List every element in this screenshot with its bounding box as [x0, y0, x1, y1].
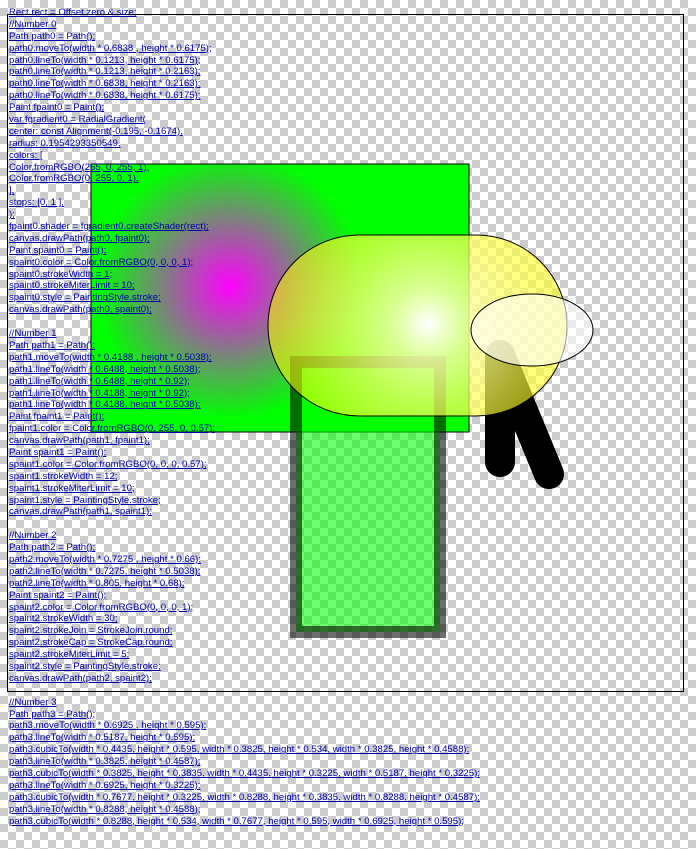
code-line: path1.lineTo(width * 0.6488, height * 0.… — [9, 363, 201, 375]
code-line: stops: [0, 1 ], — [9, 197, 64, 209]
code-line: spaint2.style = PaintingStyle.stroke; — [9, 660, 161, 672]
code-line: spaint1.style = PaintingStyle.stroke; — [9, 494, 161, 506]
code-line: spaint1.strokeWidth = 12; — [9, 470, 118, 482]
code-line: spaint0.style = PaintingStyle.stroke; — [9, 292, 161, 304]
code-line: Paint fpaint1 = Paint(); — [9, 411, 105, 423]
code-line: Paint spaint0 = Paint(); — [9, 244, 107, 256]
code-line: canvas.drawPath(path0, fpaint0); — [9, 232, 150, 244]
code-line: spaint0.strokeMiterLimit = 10; — [9, 280, 135, 292]
code-line: //Number 1 — [9, 328, 57, 340]
code-listing: Rect rect = Offset.zero & size;//Number … — [9, 7, 689, 827]
code-line: path3.lineTo(width * 0.6925, height * 0.… — [9, 779, 201, 791]
code-line: canvas.drawPath(path1, fpaint1); — [9, 435, 150, 447]
code-line: spaint2.strokeJoin = StrokeJoin.round; — [9, 625, 173, 637]
code-line: Path path3 = Path(); — [9, 708, 96, 720]
code-line: spaint1.strokeMiterLimit = 10; — [9, 482, 135, 494]
code-line: fpaint0.shader = fgradient0.createShader… — [9, 221, 209, 233]
code-line: path1.lineTo(width * 0.4188, height * 0.… — [9, 399, 201, 411]
code-line: Color.fromRGBO(0, 255, 0, 1), — [9, 173, 139, 185]
code-line: //Number 2 — [9, 530, 57, 542]
code-line: canvas.drawPath(path1, spaint1); — [9, 506, 152, 518]
code-line: spaint2.strokeCap = StrokeCap.round; — [9, 637, 173, 649]
code-line: path2.lineTo(width * 0.7275, height * 0.… — [9, 565, 201, 577]
code-line: path3.lineTo(width * 0.8288, height * 0.… — [9, 803, 201, 815]
code-line: spaint0.color = Color.fromRGBO(0, 0, 0, … — [9, 256, 194, 268]
code-line: var fgradient0 = RadialGradient( — [9, 114, 146, 126]
code-line: Paint spaint2 = Paint(); — [9, 589, 107, 601]
code-line: center: const Alignment(-0.195, -0.1674)… — [9, 125, 183, 137]
code-line: fpaint1.color = Color.fromRGBO(0, 255, 0… — [9, 423, 216, 435]
code-line: spaint1.color = Color.fromRGBO(0, 0, 0, … — [9, 458, 207, 470]
code-line: path1.moveTo(width * 0.4188 , height * 0… — [9, 351, 212, 363]
code-line: spaint2.strokeMiterLimit = 5; — [9, 649, 130, 661]
code-line: path3.cubicTo(width * 0.3825, height * 0… — [9, 768, 480, 779]
code-line: path0.lineTo(width * 0.6838, height * 0.… — [9, 90, 201, 102]
code-line: spaint2.color = Color.fromRGBO(0, 0, 0, … — [9, 601, 194, 613]
code-line: path3.lineTo(width * 0.3825, height * 0.… — [9, 756, 201, 768]
code-line: path2.lineTo(width * 0.805, height * 0.6… — [9, 577, 185, 589]
code-line: Path path2 = Path(); — [9, 542, 96, 554]
code-line: Rect rect = Offset.zero & size; — [9, 7, 137, 18]
code-line: path3.cubicTo(width * 0.8288, height * 0… — [9, 815, 464, 827]
code-line: //Number 3 — [9, 696, 57, 708]
code-line: colors: [ — [9, 149, 43, 161]
code-line: path1.lineTo(width * 0.4188, height * 0.… — [9, 387, 190, 399]
code-line: Path path1 = Path(); — [9, 339, 96, 351]
code-line: path1.lineTo(width * 0.6488, height * 0.… — [9, 375, 190, 387]
code-line: path0.lineTo(width * 0.1213, height * 0.… — [9, 66, 201, 78]
code-line: canvas.drawPath(path2, spaint2); — [9, 672, 152, 684]
code-line: //Number 0 — [9, 18, 57, 30]
code-line: canvas.drawPath(path0, spaint0); — [9, 304, 152, 316]
code-line: Path path0 = Path(); — [9, 30, 96, 42]
code-line: path0.lineTo(width * 0.6838, height * 0.… — [9, 78, 201, 90]
code-line: path3.lineTo(width * 0.5187, height * 0.… — [9, 732, 196, 744]
code-line: spaint0.strokeWidth = 1; — [9, 268, 113, 280]
code-line: Paint fpaint0 = Paint(); — [9, 102, 105, 114]
code-line: spaint2.strokeWidth = 30; — [9, 613, 118, 625]
code-line: Color.fromRGBO(255, 0, 255, 1), — [9, 161, 150, 173]
code-line: path3.cubicTo(width * 0.7677, height * 0… — [9, 791, 480, 803]
code-line: path0.moveTo(width * 0.6838 , height * 0… — [9, 42, 212, 54]
code-line: radius: 0.1954293350549, — [9, 137, 121, 149]
code-line: path3.cubicTo(width * 0.4435, height * 0… — [9, 744, 470, 756]
code-line: ); — [9, 209, 15, 221]
code-line: path0.lineTo(width * 0.1213, height * 0.… — [9, 54, 201, 66]
code-line: path3.moveTo(width * 0.6925 , height * 0… — [9, 720, 207, 732]
code-line: path2.moveTo(width * 0.7275 , height * 0… — [9, 553, 201, 565]
code-line: Paint spaint1 = Paint(); — [9, 446, 107, 458]
code-line: ], — [9, 185, 15, 197]
